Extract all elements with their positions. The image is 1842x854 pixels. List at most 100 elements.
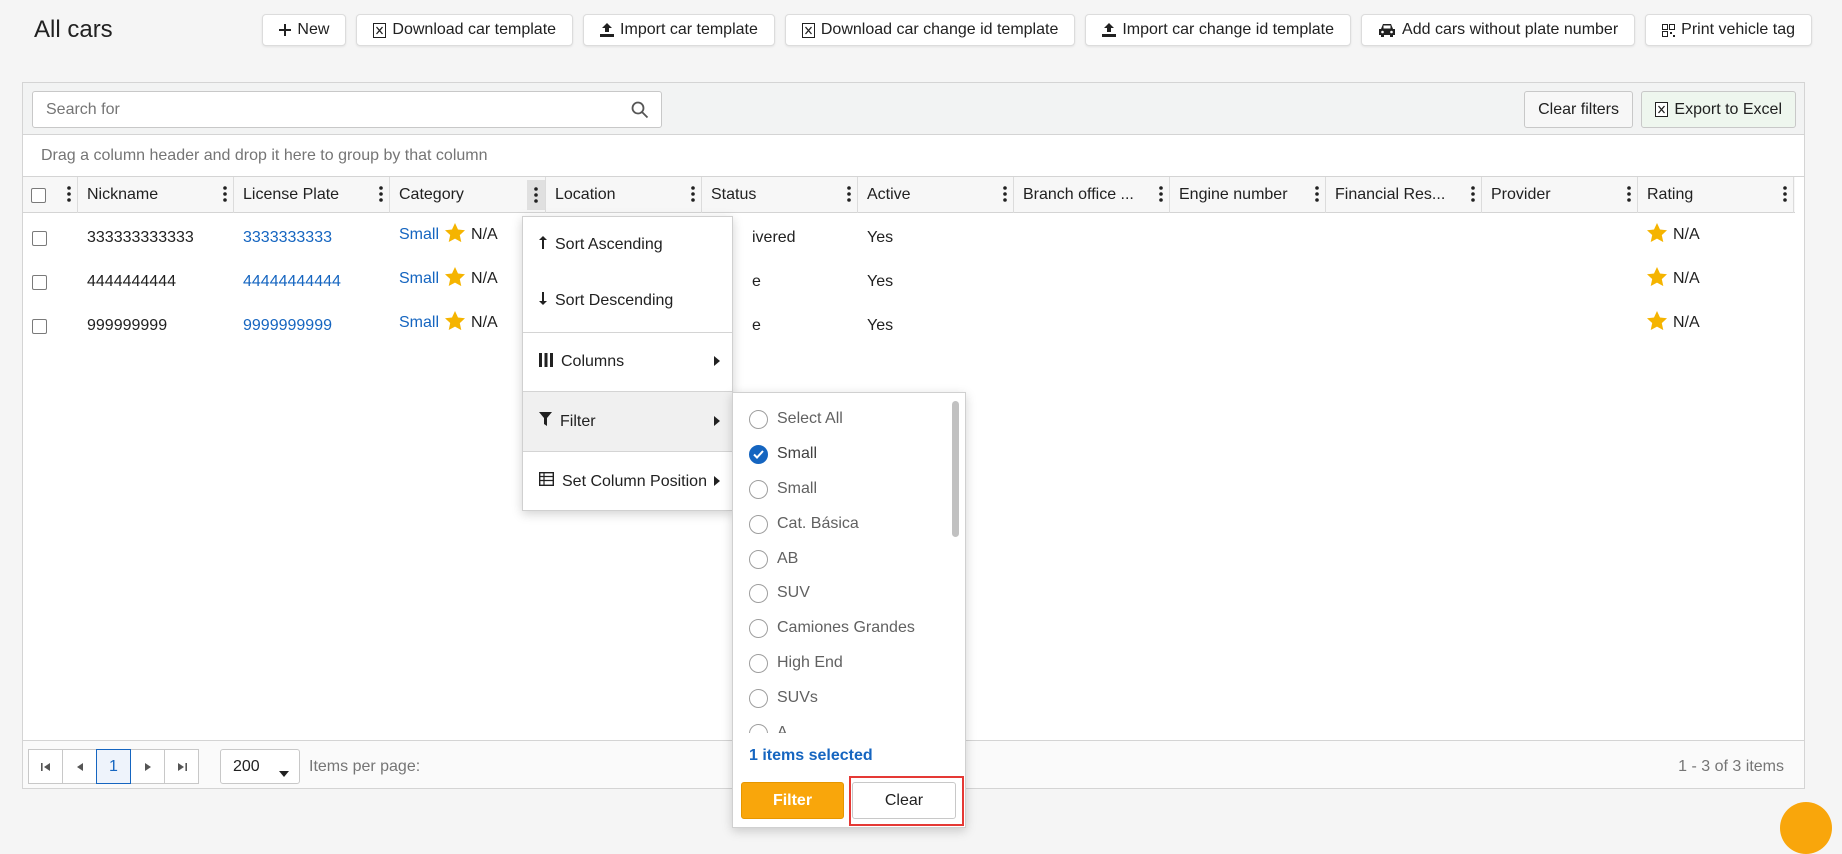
filter-option[interactable]: A xyxy=(749,718,788,733)
scrollbar-thumb[interactable] xyxy=(952,401,959,537)
filter-option[interactable]: Cat. Básica xyxy=(749,509,859,539)
menu-item-sort-ascending[interactable]: Sort Ascending xyxy=(523,217,732,273)
radio-button[interactable] xyxy=(749,723,768,733)
cell-active: Yes xyxy=(867,229,894,246)
kebab-icon[interactable] xyxy=(1783,186,1787,207)
prev-page-icon xyxy=(76,762,83,771)
new-button[interactable]: New xyxy=(262,14,347,46)
column-header-active[interactable]: Active xyxy=(858,177,1014,213)
menu-item-set-column-position[interactable]: Set Column Position xyxy=(523,452,732,511)
column-header-location[interactable]: Location xyxy=(546,177,702,213)
import-car-template-button[interactable]: Import car template xyxy=(583,14,775,46)
cell-license-plate-link[interactable]: 3333333333 xyxy=(234,216,332,260)
kebab-icon[interactable] xyxy=(223,186,227,207)
row-checkbox[interactable] xyxy=(32,318,47,334)
kebab-icon[interactable] xyxy=(527,180,545,210)
column-header-financial[interactable]: Financial Res... xyxy=(1326,177,1482,213)
rating-value: N/A xyxy=(1673,314,1700,331)
menu-item-columns[interactable]: Columns xyxy=(523,333,732,391)
column-header-provider[interactable]: Provider xyxy=(1482,177,1638,213)
select-all-checkbox[interactable] xyxy=(31,187,46,203)
option-label: Camiones Grandes xyxy=(777,619,915,636)
check-icon xyxy=(753,449,764,459)
cell-license-plate-link[interactable]: 9999999999 xyxy=(234,304,332,348)
first-page-button[interactable] xyxy=(28,749,63,784)
filter-options-list[interactable]: Select All Small Small Cat. Básica AB SU… xyxy=(733,393,953,733)
filter-clear-button[interactable]: Clear xyxy=(852,782,956,819)
column-header-license-plate[interactable]: License Plate xyxy=(234,177,390,213)
cell-license-plate-link[interactable]: 44444444444 xyxy=(234,260,341,304)
prev-page-button[interactable] xyxy=(62,749,97,784)
kebab-icon[interactable] xyxy=(1159,186,1163,207)
column-header-engine-number[interactable]: Engine number xyxy=(1170,177,1326,213)
search-icon[interactable] xyxy=(631,101,649,124)
kebab-icon[interactable] xyxy=(1003,186,1007,207)
kebab-icon[interactable] xyxy=(847,186,851,207)
category-rating: N/A xyxy=(471,314,498,331)
table-position-icon xyxy=(538,471,555,491)
row-checkbox[interactable] xyxy=(32,274,47,290)
import-change-id-template-button[interactable]: Import car change id template xyxy=(1085,14,1352,46)
download-change-id-template-button[interactable]: Download car change id template xyxy=(784,14,1076,46)
menu-item-filter[interactable]: Filter xyxy=(523,392,732,451)
filter-apply-button[interactable]: Filter xyxy=(741,782,844,819)
kebab-icon[interactable] xyxy=(379,186,383,207)
column-header-category[interactable]: Category xyxy=(390,177,546,213)
menu-item-sort-descending[interactable]: Sort Descending xyxy=(523,273,732,329)
radio-button[interactable] xyxy=(749,688,768,708)
radio-button[interactable] xyxy=(749,583,768,603)
column-header-status[interactable]: Status xyxy=(702,177,858,213)
table-row[interactable]: 4444444444 44444444444 Small N/A e Yes N… xyxy=(23,260,1795,304)
import-car-template-label: Import car template xyxy=(620,21,758,38)
table-row[interactable]: 333333333333 3333333333 Small N/A ivered… xyxy=(23,216,1795,260)
filter-option[interactable]: High End xyxy=(749,648,843,678)
filter-option[interactable]: Small xyxy=(749,439,817,469)
filter-option[interactable]: AB xyxy=(749,544,798,574)
cell-rating: N/A xyxy=(1638,301,1700,345)
next-page-button[interactable] xyxy=(130,749,165,784)
filter-popup: Select All Small Small Cat. Básica AB SU… xyxy=(732,392,966,828)
cell-nickname: 333333333333 xyxy=(87,229,194,246)
category-link[interactable]: Small xyxy=(399,226,439,244)
radio-button[interactable] xyxy=(749,514,768,534)
print-vehicle-tag-button[interactable]: Print vehicle tag xyxy=(1645,14,1812,46)
filter-option[interactable]: Small xyxy=(749,474,817,504)
column-header-rating[interactable]: Rating xyxy=(1638,177,1794,213)
download-car-template-button[interactable]: Download car template xyxy=(356,14,574,46)
filter-option-select-all[interactable]: Select All xyxy=(749,404,843,434)
page-size-select[interactable]: 200 xyxy=(220,749,300,784)
add-cars-without-plate-button[interactable]: Add cars without plate number xyxy=(1361,14,1636,46)
last-page-button[interactable] xyxy=(164,749,199,784)
radio-button[interactable] xyxy=(749,653,768,673)
radio-button[interactable] xyxy=(749,549,768,569)
filter-option[interactable]: Camiones Grandes xyxy=(749,613,915,643)
clear-filters-button[interactable]: Clear filters xyxy=(1524,91,1633,128)
import-change-id-template-label: Import car change id template xyxy=(1122,21,1335,38)
row-checkbox-cell xyxy=(23,260,47,304)
filter-option[interactable]: SUVs xyxy=(749,683,818,713)
group-drop-zone[interactable]: Drag a column header and drop it here to… xyxy=(23,135,1804,177)
menu-item-label: Sort Descending xyxy=(555,292,674,309)
radio-button[interactable] xyxy=(749,618,768,638)
kebab-icon[interactable] xyxy=(1627,186,1631,207)
radio-button[interactable] xyxy=(749,409,768,429)
kebab-icon[interactable] xyxy=(691,186,695,207)
page-button-current[interactable]: 1 xyxy=(96,749,131,784)
row-checkbox[interactable] xyxy=(32,230,47,246)
column-header-branch-office[interactable]: Branch office ... xyxy=(1014,177,1170,213)
kebab-icon[interactable] xyxy=(67,186,71,207)
category-link[interactable]: Small xyxy=(399,270,439,288)
table-row[interactable]: 999999999 9999999999 Small N/A e Yes N/A xyxy=(23,304,1795,348)
filter-option[interactable]: SUV xyxy=(749,578,810,608)
column-header-label: Engine number xyxy=(1179,186,1288,203)
export-excel-button[interactable]: Export to Excel xyxy=(1641,91,1796,128)
kebab-icon[interactable] xyxy=(1471,186,1475,207)
radio-button[interactable] xyxy=(749,479,768,499)
chat-bubble-button[interactable] xyxy=(1780,802,1832,854)
arrow-down-icon xyxy=(539,292,547,310)
column-header-nickname[interactable]: Nickname xyxy=(78,177,234,213)
radio-button-checked[interactable] xyxy=(749,444,768,464)
category-link[interactable]: Small xyxy=(399,314,439,332)
search-input[interactable] xyxy=(33,92,661,127)
kebab-icon[interactable] xyxy=(1315,186,1319,207)
